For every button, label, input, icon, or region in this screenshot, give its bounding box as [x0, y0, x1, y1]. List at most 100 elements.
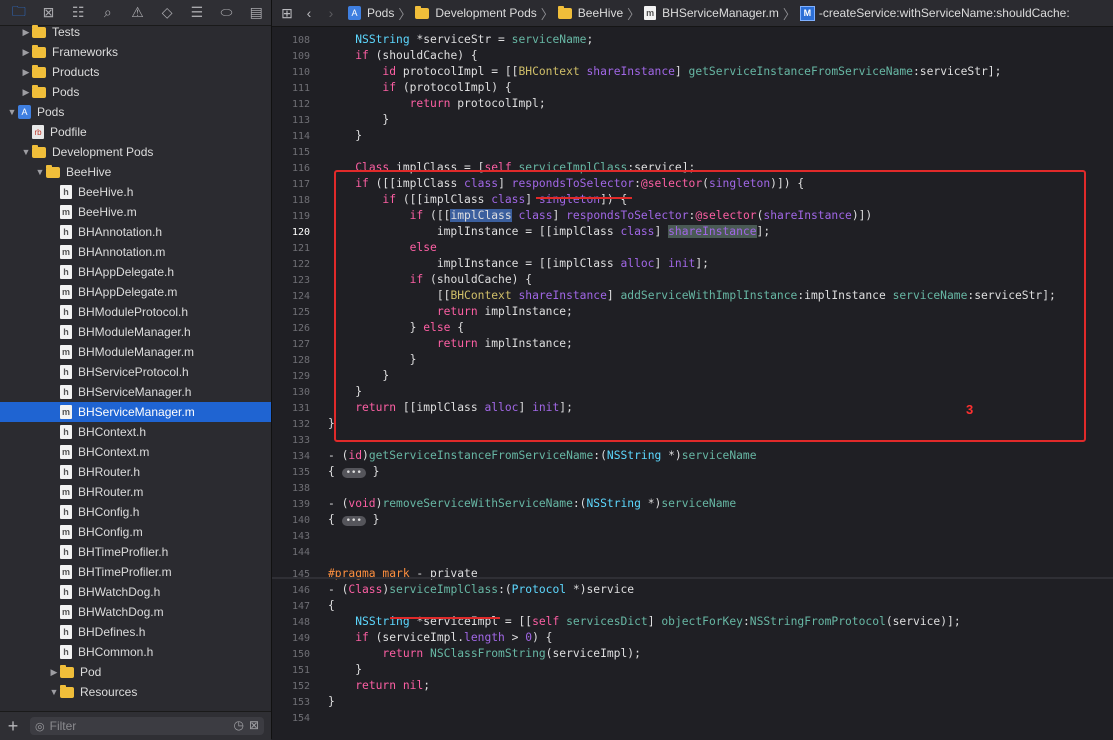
file-tree-row[interactable]: h BHModuleProtocol.h — [0, 302, 271, 322]
code-line[interactable]: NSString *serviceStr = serviceName; — [328, 33, 593, 46]
file-tree-row[interactable]: h BHAppDelegate.h — [0, 262, 271, 282]
chevron-right-icon: 〉 — [540, 6, 554, 22]
line-number: 134 — [291, 451, 310, 462]
file-tree-row[interactable]: m BHContext.m — [0, 442, 271, 462]
h-file-icon: h — [60, 225, 72, 239]
m-file-icon: m — [60, 485, 72, 499]
h-file-icon: h — [60, 545, 72, 559]
file-tree-row[interactable]: m BHRouter.m — [0, 482, 271, 502]
file-tree-row[interactable]: ▼ Development Pods — [0, 142, 271, 162]
file-tree-row[interactable]: ▶ Frameworks — [0, 42, 271, 62]
line-number: 111 — [291, 83, 310, 94]
disclosure-open-icon[interactable]: ▼ — [48, 687, 60, 697]
code-line[interactable]: return NSClassFromString(serviceImpl); — [328, 647, 640, 660]
file-tree-row[interactable]: ▼ BeeHive — [0, 162, 271, 182]
back-icon[interactable]: ‹ — [298, 5, 320, 21]
file-tree-row[interactable]: h BHDefines.h — [0, 622, 271, 642]
file-tree-row[interactable]: ▼ Resources — [0, 682, 271, 702]
file-tree-row[interactable]: m BHTimeProfiler.m — [0, 562, 271, 582]
code-line[interactable]: } — [328, 113, 389, 126]
code-line[interactable]: - (void)removeServiceWithServiceName:(NS… — [328, 497, 736, 510]
file-tree-label: BHServiceManager.m — [78, 405, 195, 419]
file-tree-row[interactable]: h BHTimeProfiler.h — [0, 542, 271, 562]
disclosure-closed-icon[interactable]: ▶ — [20, 27, 32, 38]
code-line[interactable]: - (Class)serviceImplClass:(Protocol *)se… — [328, 583, 634, 596]
code-line[interactable]: } — [328, 663, 362, 676]
file-tree-row[interactable]: ▼ A Pods — [0, 102, 271, 122]
file-tree-row[interactable]: h BHAnnotation.h — [0, 222, 271, 242]
code-line[interactable]: if (protocolImpl) { — [328, 81, 511, 94]
disclosure-closed-icon[interactable]: ▶ — [20, 67, 32, 78]
filter-input[interactable] — [49, 719, 200, 733]
line-number: 140 — [291, 515, 310, 526]
code-line[interactable]: } — [328, 129, 362, 142]
code-line[interactable]: if (serviceImpl.length > 0) { — [328, 631, 552, 644]
source-editor[interactable]: 108 109 110 111 112 113 114 115 116 117 118 119 120 1… — [272, 27, 1113, 739]
code-line[interactable]: if (shouldCache) { — [328, 49, 477, 62]
disclosure-closed-icon[interactable]: ▶ — [20, 87, 32, 98]
breadcrumb-group[interactable]: BeeHive — [557, 5, 623, 20]
annotation-number: 3 — [966, 402, 974, 417]
file-tree: ▶ Tests ▶ Frameworks ▶ Products ▶ Pods ▼ A Pods rb P… — [0, 22, 271, 712]
code-line[interactable]: { ••• } — [328, 513, 379, 526]
m-file-icon: m — [60, 605, 72, 619]
breadcrumb-label: -createService:withServiceName:shouldCac… — [818, 6, 1070, 20]
filter-bar: + ◎ ◷ ⊠ — [0, 711, 271, 740]
file-tree-row[interactable]: ▶ Products — [0, 62, 271, 82]
line-number: 147 — [291, 601, 310, 612]
file-tree-row[interactable]: ▶ Pods — [0, 82, 271, 102]
m-file-icon: m — [60, 205, 72, 219]
breadcrumb-file[interactable]: m BHServiceManager.m — [644, 6, 779, 20]
file-tree-row[interactable]: h BHCommon.h — [0, 642, 271, 662]
code-line[interactable]: { — [328, 599, 335, 612]
file-tree-row[interactable]: ▶ Pod — [0, 662, 271, 682]
code-line[interactable]: } — [328, 695, 335, 708]
disclosure-closed-icon[interactable]: ▶ — [48, 667, 60, 678]
filter-field[interactable]: ◎ ◷ ⊠ — [30, 717, 264, 735]
breadcrumb-project[interactable]: A Pods — [348, 6, 394, 20]
code-line[interactable]: { ••• } — [328, 465, 379, 478]
code-line[interactable]: - (id)getServiceInstanceFromServiceName:… — [328, 449, 757, 462]
file-tree-row[interactable]: h BHConfig.h — [0, 502, 271, 522]
file-tree-label: Pods — [52, 85, 80, 99]
disclosure-closed-icon[interactable]: ▶ — [20, 47, 32, 58]
recent-files-icon[interactable]: ◷ — [233, 718, 243, 732]
m-file-icon: m — [60, 345, 72, 359]
folder-icon — [32, 64, 46, 78]
file-tree-row[interactable]: h BHModuleManager.h — [0, 322, 271, 342]
file-tree-row[interactable]: m BHAnnotation.m — [0, 242, 271, 262]
grid-icon[interactable]: ⊞ — [276, 5, 298, 22]
file-tree-label: BHWatchDog.h — [78, 585, 161, 599]
file-tree-row[interactable]: h BHServiceProtocol.h — [0, 362, 271, 382]
file-tree-row[interactable]: h BHWatchDog.h — [0, 582, 271, 602]
file-tree-row[interactable]: h BHServiceManager.h — [0, 382, 271, 402]
add-icon[interactable]: + — [0, 716, 26, 737]
breadcrumb-group[interactable]: Development Pods — [415, 5, 537, 20]
file-tree-row[interactable]: ▶ Tests — [0, 22, 271, 42]
file-tree-row[interactable]: h BeeHive.h — [0, 182, 271, 202]
file-tree-row[interactable]: h BHRouter.h — [0, 462, 271, 482]
folder-icon — [32, 84, 46, 98]
line-number: 122 — [291, 259, 310, 270]
file-tree-row[interactable]: m BeeHive.m — [0, 202, 271, 222]
disclosure-open-icon[interactable]: ▼ — [34, 167, 46, 177]
file-tree-row[interactable]: m BHModuleManager.m — [0, 342, 271, 362]
file-tree-row[interactable]: m BHAppDelegate.m — [0, 282, 271, 302]
annotation-underline — [536, 197, 632, 199]
file-tree-row[interactable]: m BHConfig.m — [0, 522, 271, 542]
disclosure-open-icon[interactable]: ▼ — [6, 107, 18, 117]
breadcrumb-method[interactable]: M -createService:withServiceName:shouldC… — [799, 5, 1070, 21]
line-number: 146 — [291, 585, 310, 596]
code-line[interactable]: id protocolImpl = [[BHContext shareInsta… — [328, 65, 1001, 78]
scm-filter-icon[interactable]: ⊠ — [249, 718, 259, 732]
forward-icon[interactable]: › — [320, 5, 342, 21]
file-tree-row[interactable]: h BHContext.h — [0, 422, 271, 442]
disclosure-open-icon[interactable]: ▼ — [20, 147, 32, 157]
file-tree-row[interactable]: m BHWatchDog.m — [0, 602, 271, 622]
code-line[interactable]: return nil; — [328, 679, 430, 692]
file-tree-row[interactable]: m BHServiceManager.m — [0, 402, 271, 422]
line-number: 130 — [291, 387, 310, 398]
file-tree-row[interactable]: rb Podfile — [0, 122, 271, 142]
h-file-icon: h — [60, 265, 72, 279]
code-line[interactable]: return protocolImpl; — [328, 97, 546, 110]
